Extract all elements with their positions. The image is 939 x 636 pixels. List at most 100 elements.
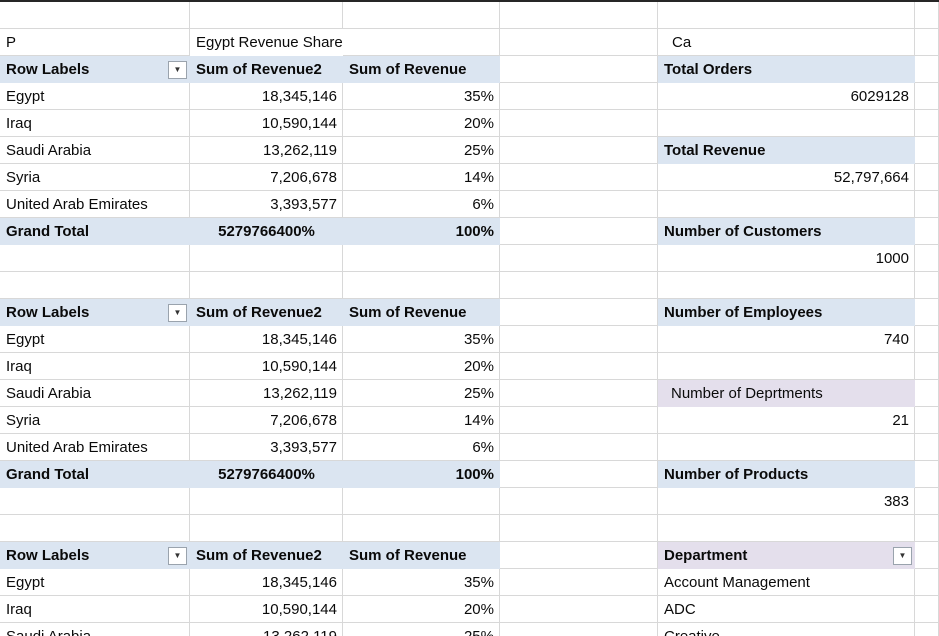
department-item-creative[interactable]: Creative [658, 623, 915, 636]
grid-cell[interactable] [915, 596, 939, 623]
stat-total-orders-value[interactable]: 6029128 [658, 83, 915, 110]
pivot2-sum-of-revenue2-header[interactable]: Sum of Revenue2 [190, 299, 343, 326]
pivot2-egypt-revenue2[interactable]: 18,345,146 [190, 326, 343, 353]
grid-cell[interactable] [915, 191, 939, 218]
grid-cell[interactable] [0, 2, 190, 29]
pivot1-uae-share[interactable]: 6% [343, 191, 500, 218]
grid-cell[interactable] [343, 515, 500, 542]
pivot3-egypt-share[interactable]: 35% [343, 569, 500, 596]
grid-cell[interactable] [500, 110, 658, 137]
grid-cell[interactable] [915, 569, 939, 596]
grid-cell[interactable] [915, 137, 939, 164]
pivot1-saudi-revenue2[interactable]: 13,262,119 [190, 137, 343, 164]
stat-number-of-departments-value[interactable]: 21 [658, 407, 915, 434]
grid-cell[interactable] [500, 299, 658, 326]
grid-cell[interactable] [500, 380, 658, 407]
grid-cell[interactable] [0, 245, 190, 272]
grid-cell[interactable] [190, 272, 343, 299]
grid-cell[interactable] [915, 245, 939, 272]
pivot1-row-uae[interactable]: United Arab Emirates [0, 191, 190, 218]
department-item-account-management[interactable]: Account Management [658, 569, 915, 596]
grid-cell[interactable] [500, 29, 658, 56]
grid-cell[interactable] [500, 56, 658, 83]
pivot3-row-iraq[interactable]: Iraq [0, 596, 190, 623]
pivot1-row-saudi-arabia[interactable]: Saudi Arabia [0, 137, 190, 164]
stat-number-of-departments-label[interactable]: Number of Deprtments [658, 380, 915, 407]
grid-cell[interactable] [915, 164, 939, 191]
pivot2-saudi-revenue2[interactable]: 13,262,119 [190, 380, 343, 407]
grid-cell[interactable] [658, 2, 915, 29]
pivot3-iraq-share[interactable]: 20% [343, 596, 500, 623]
pivot2-syria-share[interactable]: 14% [343, 407, 500, 434]
pivot1-syria-share[interactable]: 14% [343, 164, 500, 191]
pivot3-sum-of-revenue-header[interactable]: Sum of Revenue [343, 542, 500, 569]
pivot3-row-egypt[interactable]: Egypt [0, 569, 190, 596]
grid-cell[interactable] [500, 245, 658, 272]
grid-cell[interactable] [915, 29, 939, 56]
stat-number-of-customers-value[interactable]: 1000 [658, 245, 915, 272]
pivot3-saudi-revenue2[interactable]: 13,262,119 [190, 623, 343, 636]
grid-cell[interactable] [500, 407, 658, 434]
grid-cell[interactable] [500, 191, 658, 218]
grid-cell[interactable] [915, 83, 939, 110]
filter-dropdown-button[interactable]: ▼ [168, 61, 187, 79]
grid-cell[interactable] [500, 2, 658, 29]
pivot-title[interactable]: Egypt Revenue Share [190, 29, 343, 56]
cell-a2[interactable]: P [0, 29, 190, 56]
stat-total-revenue-value[interactable]: 52,797,664 [658, 164, 915, 191]
grid-cell[interactable] [190, 488, 343, 515]
pivot2-sum-of-revenue-header[interactable]: Sum of Revenue [343, 299, 500, 326]
grid-cell[interactable] [343, 272, 500, 299]
grid-cell[interactable] [500, 488, 658, 515]
grid-cell[interactable] [500, 164, 658, 191]
grid-cell[interactable] [915, 542, 939, 569]
grid-cell[interactable] [915, 2, 939, 29]
grid-cell[interactable] [343, 29, 500, 56]
grid-cell[interactable] [658, 110, 915, 137]
cell-e2[interactable]: Ca [658, 29, 915, 56]
grid-cell[interactable] [500, 461, 658, 488]
pivot2-row-uae[interactable]: United Arab Emirates [0, 434, 190, 461]
pivot1-uae-revenue2[interactable]: 3,393,577 [190, 191, 343, 218]
grid-cell[interactable] [500, 623, 658, 636]
pivot1-row-iraq[interactable]: Iraq [0, 110, 190, 137]
pivot1-sum-of-revenue-header[interactable]: Sum of Revenue [343, 56, 500, 83]
grid-cell[interactable] [500, 353, 658, 380]
pivot2-iraq-share[interactable]: 20% [343, 353, 500, 380]
pivot2-egypt-share[interactable]: 35% [343, 326, 500, 353]
pivot1-row-egypt[interactable]: Egypt [0, 83, 190, 110]
stat-total-orders-label[interactable]: Total Orders [658, 56, 915, 83]
grid-cell[interactable] [915, 623, 939, 636]
grid-cell[interactable] [343, 245, 500, 272]
stat-number-of-employees-label[interactable]: Number of Employees [658, 299, 915, 326]
grid-cell[interactable] [915, 407, 939, 434]
grid-cell[interactable] [658, 272, 915, 299]
pivot2-iraq-revenue2[interactable]: 10,590,144 [190, 353, 343, 380]
grid-cell[interactable] [658, 353, 915, 380]
grid-cell[interactable] [500, 218, 658, 245]
stat-number-of-employees-value[interactable]: 740 [658, 326, 915, 353]
pivot3-row-saudi-arabia[interactable]: Saudi Arabia [0, 623, 190, 636]
pivot2-row-iraq[interactable]: Iraq [0, 353, 190, 380]
grid-cell[interactable] [190, 2, 343, 29]
grid-cell[interactable] [915, 110, 939, 137]
pivot2-grand-total-label[interactable]: Grand Total [0, 461, 190, 488]
grid-cell[interactable] [500, 434, 658, 461]
pivot3-iraq-revenue2[interactable]: 10,590,144 [190, 596, 343, 623]
grid-cell[interactable] [190, 245, 343, 272]
grid-cell[interactable] [915, 299, 939, 326]
grid-cell[interactable] [500, 569, 658, 596]
pivot1-row-labels-header[interactable]: Row Labels▼ [0, 56, 190, 83]
pivot1-saudi-share[interactable]: 25% [343, 137, 500, 164]
grid-cell[interactable] [915, 326, 939, 353]
grid-cell[interactable] [915, 434, 939, 461]
pivot1-grand-total-revenue2[interactable]: 5279766400% [190, 218, 343, 245]
grid-cell[interactable] [915, 218, 939, 245]
grid-cell[interactable] [658, 515, 915, 542]
grid-cell[interactable] [500, 83, 658, 110]
pivot3-saudi-share[interactable]: 25% [343, 623, 500, 636]
grid-cell[interactable] [500, 596, 658, 623]
grid-cell[interactable] [915, 515, 939, 542]
stat-total-revenue-label[interactable]: Total Revenue [658, 137, 915, 164]
filter-dropdown-button[interactable]: ▼ [893, 547, 912, 565]
